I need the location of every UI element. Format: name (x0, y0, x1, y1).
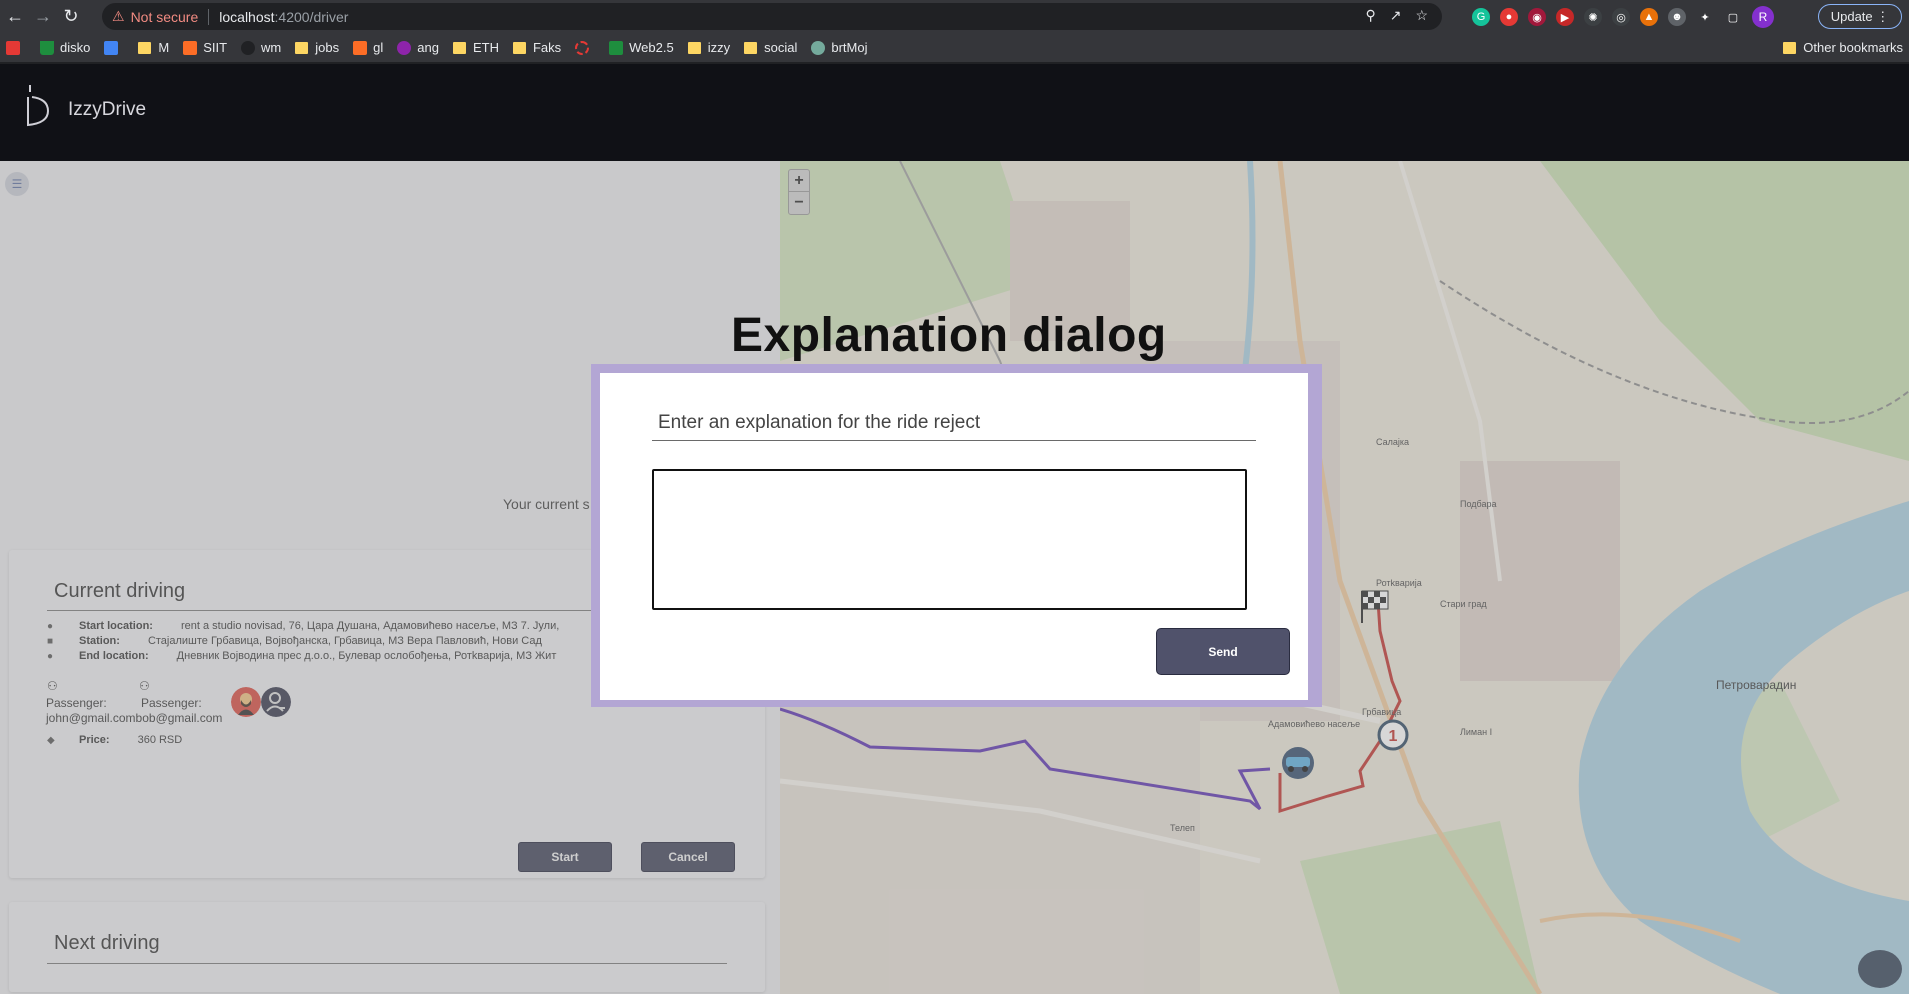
bookmark-item[interactable]: Web2.5 (609, 40, 674, 55)
folder-icon (138, 41, 152, 54)
extension-rec-icon[interactable]: ◉ (1528, 8, 1546, 26)
bookmark-item[interactable]: ang (397, 40, 439, 55)
brand-name[interactable]: IzzyDrive (68, 99, 146, 121)
grammarly-icon[interactable]: G (1472, 8, 1490, 26)
profile-avatar[interactable]: R (1752, 6, 1774, 28)
explanation-textarea[interactable] (652, 469, 1247, 610)
bookmark-label: disko (60, 40, 91, 55)
drive-icon (40, 40, 54, 55)
not-secure-label: Not secure (130, 8, 199, 25)
bookmark-label: ang (417, 40, 439, 55)
bookmark-label: izzy (707, 40, 731, 55)
chatgpt-icon (811, 40, 826, 55)
bookmark-item[interactable]: social (744, 40, 797, 55)
other-bookmarks[interactable]: Other bookmarks (1783, 40, 1903, 55)
other-bookmarks-label: Other bookmarks (1803, 40, 1903, 55)
explanation-prompt: Enter an explanation for the ride reject (658, 412, 981, 433)
bookmark-item[interactable]: gl (353, 40, 383, 55)
bookmark-label: gl (373, 40, 384, 55)
bookmark-item[interactable] (104, 40, 124, 55)
folder-icon (295, 41, 309, 54)
bookmark-label: SIIT (203, 40, 228, 55)
translate-icon (104, 40, 119, 55)
folder-icon (687, 41, 701, 54)
address-bar[interactable]: ⚠ Not secure localhost:4200/driver ⚲ ↗ ☆ (102, 3, 1442, 30)
drive-icon (609, 40, 624, 55)
bookmark-item[interactable]: wm (241, 40, 281, 55)
bookmark-item[interactable]: izzy (687, 40, 731, 55)
bookmark-item[interactable]: brtMoj (811, 40, 867, 55)
prompt-underline (652, 440, 1256, 441)
dashed-circle-icon (575, 40, 590, 55)
bookmark-item[interactable] (575, 40, 595, 55)
sidepanel-icon[interactable]: ▢ (1724, 8, 1742, 26)
puzzle-icon[interactable]: ✦ (1696, 8, 1714, 26)
share-icon[interactable]: ↗ (1390, 7, 1402, 24)
warning-icon: ⚠ (112, 8, 125, 24)
bookmark-label: ETH (472, 40, 499, 55)
app-header (0, 64, 1909, 161)
bookmark-item[interactable] (6, 40, 26, 55)
github-icon (241, 40, 256, 55)
extension-circle-icon[interactable]: ◎ (1612, 8, 1630, 26)
izzydrive-logo[interactable] (22, 83, 52, 127)
folder-icon (452, 41, 466, 54)
bookmark-item[interactable]: jobs (295, 40, 339, 55)
metamask-icon[interactable]: ▲ (1640, 8, 1658, 26)
forward-icon[interactable]: → (30, 4, 56, 30)
update-label: Update (1830, 9, 1873, 24)
bookmark-item[interactable]: M (138, 40, 169, 55)
bookmark-item[interactable]: SIIT (183, 40, 227, 55)
extension-face-icon[interactable]: ☻ (1668, 8, 1686, 26)
bookmark-star-icon[interactable]: ☆ (1415, 7, 1428, 24)
folder-icon (512, 41, 526, 54)
bookmark-label: wm (261, 40, 282, 55)
angular-icon (397, 40, 412, 55)
bookmark-item[interactable]: ETH (452, 40, 499, 55)
url-host: localhost (219, 8, 275, 25)
send-button[interactable]: Send (1156, 628, 1290, 675)
folder-icon (1783, 41, 1797, 54)
reload-icon[interactable]: ↻ (58, 4, 84, 30)
extensions-bar: G ● ◉ ▶ ✺ ◎ ▲ ☻ ✦ ▢ R (1472, 6, 1774, 28)
extension-red-icon[interactable]: ● (1500, 8, 1518, 26)
gitlab-icon (183, 40, 198, 55)
bookmark-label: jobs (315, 40, 340, 55)
update-button[interactable]: Update ⋮ (1818, 4, 1902, 29)
bookmark-label: brtMoj (831, 40, 868, 55)
folder-icon (744, 41, 758, 54)
url-separator (208, 8, 210, 25)
bookmark-item[interactable]: Faks (512, 40, 562, 55)
bookmark-item[interactable]: disko (40, 40, 90, 55)
zoom-icon[interactable]: ⚲ (1365, 7, 1375, 24)
bookmark-label: Web2.5 (629, 40, 674, 55)
bookmark-label: M (158, 40, 170, 55)
extension-gear-icon[interactable]: ✺ (1584, 8, 1602, 26)
dialog-heading: Explanation dialog (731, 309, 1167, 362)
back-icon[interactable]: ← (2, 4, 28, 30)
bookmark-label: Faks (532, 40, 562, 55)
extension-video-icon[interactable]: ▶ (1556, 8, 1574, 26)
gitlab-icon (353, 40, 368, 55)
youtube-icon (6, 40, 20, 55)
browser-toolbar: ← → ↻ ⚠ Not secure localhost:4200/driver… (0, 0, 1909, 33)
bookmarks-bar: disko M SIIT wm jobs gl ang ETH Faks Web… (0, 33, 1909, 63)
bookmark-label: social (764, 40, 798, 55)
url-path: :4200/driver (274, 8, 349, 25)
